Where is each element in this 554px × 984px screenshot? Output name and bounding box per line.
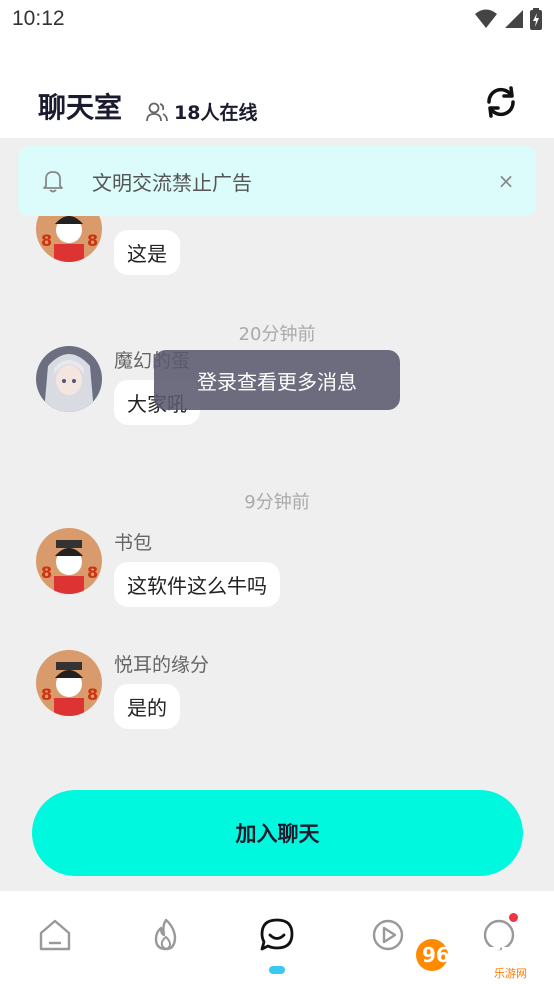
fire-icon[interactable]	[148, 917, 184, 953]
chat-icon[interactable]	[259, 917, 295, 953]
active-tab-indicator	[269, 966, 285, 974]
signal-icon	[505, 10, 523, 28]
refresh-icon[interactable]	[484, 85, 518, 119]
svg-text:8: 8	[41, 563, 52, 582]
status-bar: 10:12	[0, 0, 554, 40]
svg-text:8: 8	[87, 563, 98, 582]
chat-message: 88 书包 这软件这么牛吗	[36, 528, 280, 607]
bell-icon	[43, 171, 63, 193]
message-bubble[interactable]: 是的	[114, 684, 180, 729]
svg-text:8: 8	[87, 685, 98, 704]
login-toast: 登录查看更多消息	[154, 350, 400, 410]
online-count-text: 18人在线	[174, 102, 258, 124]
message-bubble[interactable]: 这软件这么牛吗	[114, 562, 280, 607]
status-icons	[474, 8, 542, 30]
timestamp: 9分钟前	[244, 492, 310, 513]
bottom-nav: 962.NET 乐游网	[0, 891, 554, 984]
svg-text:乐游网: 乐游网	[494, 967, 527, 980]
notice-text: 文明交流禁止广告	[92, 170, 252, 195]
header: 聊天室 18人在线	[0, 40, 554, 138]
status-time: 10:12	[12, 7, 65, 30]
watermark-logo: 962.NET 乐游网	[416, 939, 527, 980]
chat-area[interactable]: 文明交流禁止广告 × 88 这是 20分钟前 魔幻的蛋 大家吼 登录查看更多消息…	[0, 138, 554, 891]
svg-text:8: 8	[41, 231, 52, 250]
timestamp: 20分钟前	[238, 324, 316, 345]
svg-text:962.NET: 962.NET	[422, 943, 516, 967]
svg-text:8: 8	[87, 231, 98, 250]
users-icon	[146, 102, 168, 121]
avatar[interactable]: 88	[36, 528, 102, 594]
close-icon[interactable]: ×	[488, 163, 524, 199]
battery-icon	[530, 8, 542, 30]
online-count: 18人在线	[146, 98, 257, 125]
play-icon[interactable]	[370, 917, 406, 953]
svg-text:8: 8	[41, 685, 52, 704]
wifi-icon	[475, 9, 497, 28]
home-icon[interactable]	[37, 917, 73, 953]
notification-dot	[509, 913, 518, 922]
chat-message: 88 悦耳的缘分 是的	[36, 650, 209, 729]
sender-name: 书包	[114, 532, 153, 554]
message-bubble[interactable]: 这是	[114, 230, 180, 275]
avatar[interactable]: 88	[36, 650, 102, 716]
join-chat-button[interactable]: 加入聊天	[32, 790, 523, 876]
page-title: 聊天室	[38, 91, 123, 124]
sender-name: 悦耳的缘分	[114, 654, 210, 676]
notice-banner: 文明交流禁止广告 ×	[18, 146, 536, 216]
avatar[interactable]	[36, 346, 102, 412]
